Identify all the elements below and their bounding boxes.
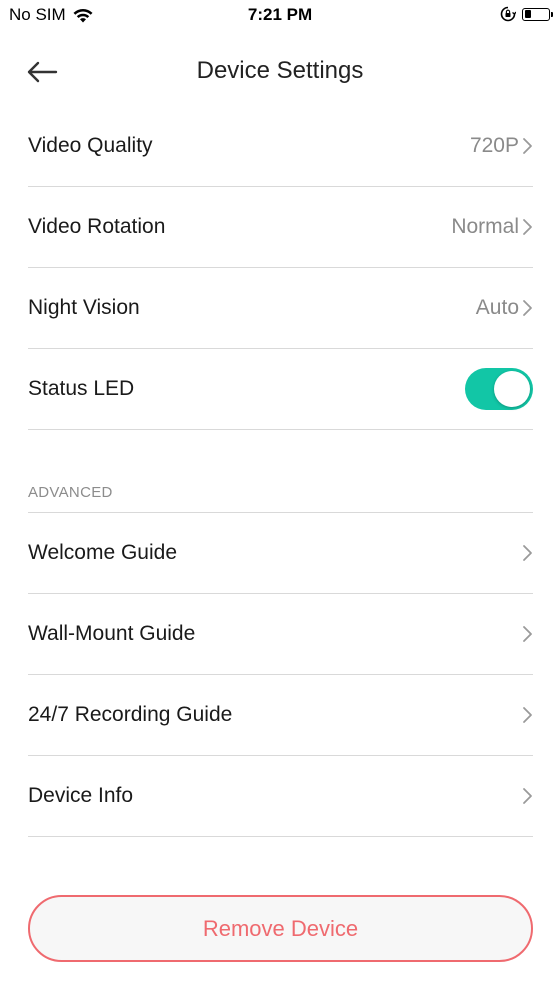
setting-label: Status LED: [28, 377, 135, 400]
setting-label: Video Rotation: [28, 215, 166, 238]
chevron-right-icon: [523, 707, 532, 723]
advanced-row-device-info[interactable]: Device Info: [28, 756, 533, 837]
setting-label: Night Vision: [28, 296, 140, 319]
status-bar-right: [500, 6, 553, 22]
battery-icon: [522, 7, 553, 21]
chevron-right-icon: [523, 300, 532, 316]
chevron-right-icon: [523, 138, 532, 154]
setting-row-video-rotation[interactable]: Video Rotation Normal: [28, 187, 533, 268]
remove-device-button[interactable]: Remove Device: [28, 895, 533, 962]
setting-row-night-vision[interactable]: Night Vision Auto: [28, 268, 533, 349]
status-led-toggle[interactable]: [465, 368, 533, 410]
section-header-advanced: ADVANCED: [28, 484, 113, 501]
setting-value: 720P: [469, 134, 519, 157]
advanced-label: 24/7 Recording Guide: [28, 703, 233, 726]
status-time: 7:21 PM: [247, 5, 313, 24]
chevron-right-icon: [523, 545, 532, 561]
advanced-label: Device Info: [28, 784, 134, 807]
advanced-label: Wall-Mount Guide: [28, 622, 196, 645]
advanced-list: Welcome Guide Wall-Mount Guide 24/7 Reco…: [28, 513, 533, 837]
settings-list: Video Quality 720P Video Rotation Normal…: [28, 106, 533, 430]
page-title: Device Settings: [196, 57, 364, 84]
header: Device Settings: [0, 42, 560, 104]
chevron-right-icon: [523, 788, 532, 804]
setting-label: Video Quality: [28, 134, 153, 157]
orientation-lock-icon: [500, 6, 516, 22]
battery-level: [524, 10, 531, 18]
setting-row-status-led: Status LED: [28, 349, 533, 430]
chevron-right-icon: [523, 626, 532, 642]
status-bar: No SIM 7:21 PM: [0, 0, 560, 30]
advanced-row-welcome-guide[interactable]: Welcome Guide: [28, 513, 533, 594]
setting-row-video-quality[interactable]: Video Quality 720P: [28, 106, 533, 187]
setting-value: Normal: [451, 215, 519, 238]
toggle-knob: [494, 371, 530, 407]
advanced-row-wall-mount-guide[interactable]: Wall-Mount Guide: [28, 594, 533, 675]
chevron-right-icon: [523, 219, 532, 235]
setting-value: Auto: [475, 296, 519, 319]
advanced-row-recording-guide[interactable]: 24/7 Recording Guide: [28, 675, 533, 756]
advanced-label: Welcome Guide: [28, 541, 178, 564]
